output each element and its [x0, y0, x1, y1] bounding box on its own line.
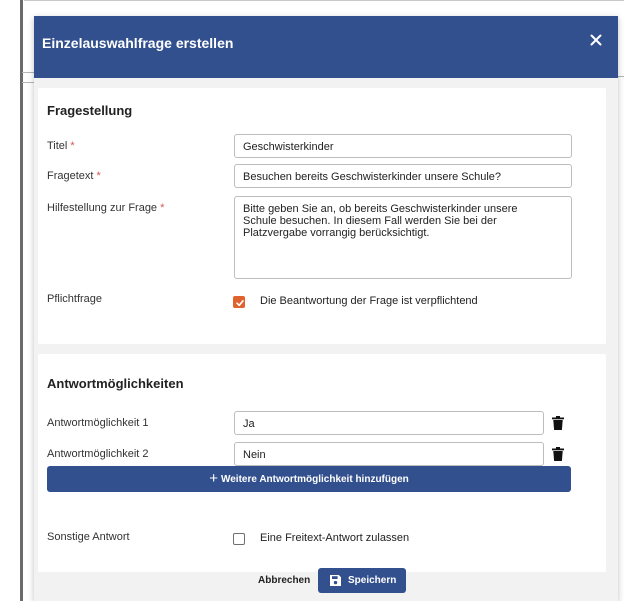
close-icon [590, 34, 602, 46]
create-single-choice-question-dialog: Einzelauswahlfrage erstellen Fragestellu… [34, 16, 618, 601]
background-divider [22, 72, 34, 73]
free-text-answer-checkbox-label[interactable]: Eine Freitext-Antwort zulassen [260, 532, 409, 544]
checkmark-icon [236, 300, 244, 307]
title-input[interactable]: Geschwisterkinder [234, 134, 572, 158]
answer-option-input[interactable]: Nein [234, 442, 544, 466]
required-marker: * [70, 140, 75, 152]
answers-card: Antwortmöglichkeiten Antwortmöglichkeit … [38, 354, 606, 572]
trash-icon[interactable] [552, 447, 564, 461]
help-text-textarea[interactable]: Bitte geben Sie an, ob bereits Geschwist… [234, 196, 572, 279]
other-answer-label: Sonstige Antwort [47, 531, 130, 543]
cancel-button[interactable]: Abbrechen [258, 575, 310, 586]
required-marker: * [160, 202, 165, 214]
mandatory-label: Pflichtfrage [47, 293, 103, 305]
dialog-title: Einzelauswahlfrage erstellen [42, 35, 234, 51]
answer-option-input[interactable]: Ja [234, 411, 544, 435]
background-divider [22, 82, 34, 83]
answer-option-label: Antwortmöglichkeit 2 [47, 448, 149, 460]
save-button[interactable]: Speichern [318, 568, 406, 593]
dialog-header: Einzelauswahlfrage erstellen [34, 16, 618, 78]
background-divider [24, 0, 624, 1]
help-text-label: Hilfestellung zur Frage * [47, 202, 165, 214]
plus-icon: + [209, 470, 218, 487]
question-text-input[interactable]: Besuchen bereits Geschwisterkinder unser… [234, 164, 572, 188]
question-card: Fragestellung Titel * Geschwisterkinder F… [38, 88, 606, 344]
title-label: Titel * [47, 140, 75, 152]
trash-icon[interactable] [552, 416, 564, 430]
save-button-label: Speichern [348, 575, 397, 586]
add-answer-option-button[interactable]: + Weitere Antwortmöglichkeit hinzufügen [47, 466, 571, 492]
answer-option-label: Antwortmöglichkeit 1 [47, 417, 149, 429]
floppy-disk-icon [330, 575, 341, 586]
free-text-answer-checkbox[interactable] [233, 533, 245, 545]
question-text-label: Fragetext * [47, 170, 101, 182]
required-marker: * [96, 170, 101, 182]
close-button[interactable] [584, 28, 608, 52]
add-answer-option-label: Weitere Antwortmöglichkeit hinzufügen [220, 474, 409, 485]
mandatory-checkbox[interactable] [233, 296, 245, 308]
mandatory-checkbox-label[interactable]: Die Beantwortung der Frage ist verpflich… [260, 295, 478, 307]
question-section-heading: Fragestellung [47, 103, 133, 118]
background-window-edge [20, 0, 23, 601]
answers-section-heading: Antwortmöglichkeiten [47, 376, 184, 391]
